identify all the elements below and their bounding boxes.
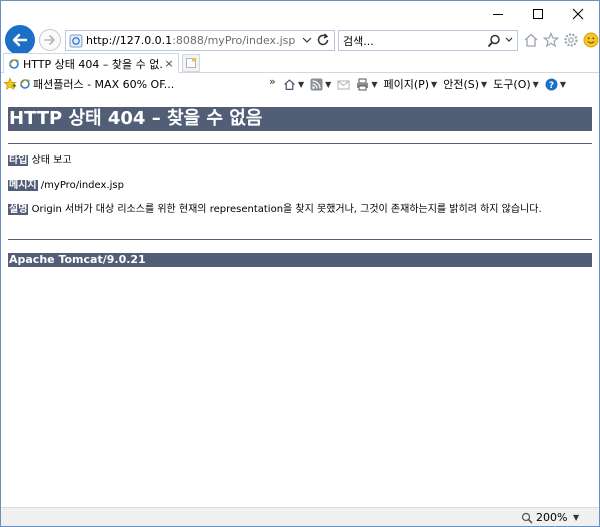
forward-button[interactable] (39, 29, 61, 51)
rss-feed-icon (310, 78, 323, 90)
chevron-down-icon: ▼ (559, 79, 566, 89)
divider-bottom (8, 239, 592, 240)
minimize-button[interactable] (483, 5, 513, 23)
chevron-down-icon: ▼ (431, 79, 438, 89)
svg-text:?: ? (549, 81, 554, 91)
favorite-page-icon (19, 79, 31, 89)
search-icon[interactable] (487, 34, 501, 48)
command-bar: ▼ ▼ ▼ 페이지(P) ▼ 안전(S) ▼ 도구(O) ▼ ? ▼ (283, 76, 566, 92)
chevron-down-icon: ▼ (371, 79, 378, 89)
forward-arrow-icon (44, 35, 55, 45)
search-dropdown-icon[interactable] (505, 35, 513, 45)
chevron-down-icon: ▼ (298, 79, 305, 89)
navigation-bar: http://127.0.0.1:8088/myPro/index.jsp 검색… (1, 25, 600, 55)
chevron-down-icon: ▼ (325, 79, 332, 89)
tools-menu[interactable]: 도구(O) ▼ (493, 76, 539, 92)
close-window-button[interactable] (563, 5, 593, 23)
tab-active[interactable]: HTTP 상태 404 – 찾을 수 없... × (3, 53, 179, 73)
help-menu[interactable]: ? ▼ (545, 78, 566, 91)
mail-icon (337, 80, 350, 89)
type-row: 타입 상태 보고 (8, 155, 592, 167)
tools-menu-label: 도구(O) (493, 78, 531, 91)
refresh-icon[interactable] (316, 33, 330, 47)
zoom-control[interactable]: 200% (521, 511, 567, 524)
maximize-button[interactable] (523, 5, 553, 23)
add-favorites-icon[interactable] (3, 77, 17, 91)
favorite-link-label: 패션플러스 - MAX 60% OF... (33, 78, 175, 91)
chevron-down-icon: ▼ (481, 79, 488, 89)
zoom-icon (521, 512, 533, 524)
zoom-dropdown-icon[interactable]: ▼ (573, 513, 579, 522)
home-icon[interactable] (522, 31, 540, 49)
description-row: 설명 Origin 서버가 대상 리소스를 위한 현재의 representat… (8, 204, 592, 216)
title-bar (1, 1, 599, 27)
print-command[interactable]: ▼ (356, 78, 377, 91)
home-small-icon (284, 78, 295, 90)
tab-title: HTTP 상태 404 – 찾을 수 없... (23, 57, 163, 71)
new-tab-button[interactable] (182, 54, 200, 72)
tab-ie-icon (8, 58, 20, 69)
favorites-overflow-chevron[interactable]: » (269, 75, 276, 88)
safety-menu-label: 안전(S) (443, 78, 480, 91)
help-icon: ? (545, 78, 558, 91)
page-content: HTTP 상태 404 – 찾을 수 없음 타입 상태 보고 메시지 /myPr… (1, 95, 599, 507)
tab-close-button[interactable]: × (163, 57, 175, 70)
minimize-icon (493, 14, 503, 15)
url-path: :8088/myPro/index.jsp (172, 34, 296, 47)
url-host: http://127.0.0.1 (86, 34, 173, 47)
favorite-link[interactable]: 패션플러스 - MAX 60% OF... (19, 76, 174, 92)
read-mail-command[interactable] (337, 78, 350, 91)
print-icon (357, 78, 369, 90)
favorites-star-icon[interactable] (542, 31, 560, 49)
address-bar[interactable]: http://127.0.0.1:8088/myPro/index.jsp (65, 30, 335, 51)
safety-menu[interactable]: 안전(S) ▼ (443, 76, 487, 92)
search-box[interactable]: 검색... (338, 30, 518, 51)
status-bar: 200% ▼ (1, 507, 599, 526)
browser-window: http://127.0.0.1:8088/myPro/index.jsp 검색… (0, 0, 600, 527)
search-placeholder: 검색... (343, 34, 374, 48)
maximize-icon (533, 9, 543, 19)
type-value: 상태 보고 (31, 155, 72, 166)
message-row: 메시지 /myPro/index.jsp (8, 180, 592, 192)
home-command[interactable]: ▼ (283, 78, 304, 91)
back-arrow-icon (12, 33, 28, 47)
feeds-command[interactable]: ▼ (310, 78, 331, 91)
tab-strip: HTTP 상태 404 – 찾을 수 없... × (1, 53, 599, 73)
chevron-down-icon: ▼ (532, 79, 539, 89)
page-menu-label: 페이지(P) (383, 78, 430, 91)
type-label: 타입 (8, 155, 29, 166)
page-menu[interactable]: 페이지(P) ▼ (383, 76, 437, 92)
back-button[interactable] (5, 25, 35, 55)
zoom-level: 200% (536, 511, 568, 524)
settings-gear-icon[interactable] (562, 31, 580, 49)
page-favicon-icon (69, 34, 83, 47)
divider-top (8, 143, 592, 144)
smiley-feedback-icon[interactable] (582, 31, 600, 49)
message-value: /myPro/index.jsp (40, 180, 124, 191)
description-label: 설명 (8, 204, 29, 215)
new-tab-icon (186, 58, 196, 68)
favorites-bar: 패션플러스 - MAX 60% OF... (3, 76, 174, 92)
description-value: Origin 서버가 대상 리소스를 위한 현재의 representation… (31, 204, 542, 215)
server-footer: Apache Tomcat/9.0.21 (8, 253, 592, 267)
command-bar-row: 패션플러스 - MAX 60% OF... » ▼ ▼ ▼ 페이지(P) ▼ 안… (1, 74, 599, 94)
error-title: HTTP 상태 404 – 찾을 수 없음 (8, 107, 592, 131)
close-icon (572, 8, 584, 20)
address-dropdown-icon[interactable] (302, 34, 312, 46)
message-label: 메시지 (8, 180, 38, 191)
